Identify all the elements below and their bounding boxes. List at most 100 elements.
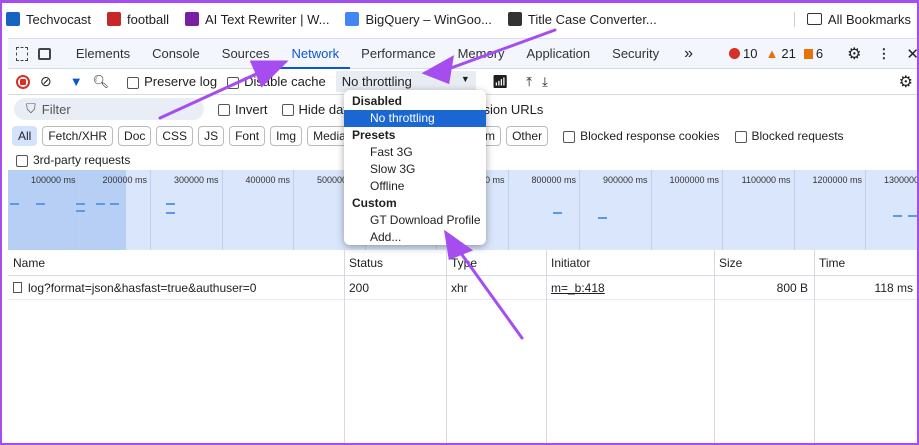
tick-label: 1200000 ms [812, 175, 862, 185]
timeline-tick: 100000 ms [8, 170, 80, 250]
bookmark-favicon-icon [6, 12, 20, 26]
dropdown-option[interactable]: No throttling [344, 110, 486, 127]
search-icon[interactable]: 🔍︎ [93, 74, 110, 90]
tick-label: 800000 ms [531, 175, 576, 185]
tab-network[interactable]: Network [280, 39, 351, 69]
import-har-icon[interactable]: ⤒ [526, 74, 532, 90]
label: Blocked requests [751, 129, 844, 143]
tab-application[interactable]: Application [516, 39, 602, 69]
dropdown-option[interactable]: GT Download Profile [344, 212, 486, 229]
timeline-tick: 1300000 ms [866, 170, 919, 250]
file-icon [13, 282, 22, 293]
bookmark-item[interactable]: football [107, 12, 169, 27]
blocked-cookies-checkbox[interactable]: Blocked response cookies [563, 129, 720, 143]
filter-chip-doc[interactable]: Doc [118, 126, 152, 146]
filter-icon[interactable]: ▼ [70, 74, 83, 89]
filter-chip-all[interactable]: All [12, 126, 38, 146]
bookmark-item[interactable]: Techvocast [6, 12, 91, 27]
inspect-icon[interactable] [16, 46, 29, 61]
disable-cache-checkbox[interactable]: Disable cache [227, 74, 326, 89]
dropdown-option[interactable]: Slow 3G [344, 161, 486, 178]
network-settings-icon[interactable]: ⚙ [899, 72, 913, 92]
bookmark-label: Title Case Converter... [527, 11, 657, 27]
error-icon [729, 48, 741, 59]
tab-performance[interactable]: Performance [350, 39, 446, 69]
throttling-select[interactable]: No throttling ▼ [335, 71, 476, 92]
tab-console[interactable]: Console [141, 39, 211, 69]
filter-chip-img[interactable]: Img [270, 126, 303, 146]
column-header-status[interactable]: Status [344, 250, 383, 275]
tick-label: 900000 ms [602, 175, 648, 185]
timeline-bar [553, 212, 562, 214]
timeline-bar [598, 217, 607, 219]
column-divider [546, 250, 547, 445]
clear-icon[interactable]: ⊘ [40, 73, 52, 90]
info-count[interactable]: 6 [803, 46, 823, 61]
settings-icon[interactable]: ⚙ [847, 44, 861, 64]
filter-chip-fetch-xhr[interactable]: Fetch/XHR [42, 126, 114, 146]
tab-security[interactable]: Security [601, 39, 670, 69]
cell-status: 200 [344, 276, 446, 299]
filter-chip-other[interactable]: Other [506, 126, 549, 146]
blocked-requests-checkbox[interactable]: Blocked requests [734, 129, 844, 143]
all-bookmarks[interactable]: All Bookmarks [793, 11, 911, 27]
timeline-bar [166, 203, 175, 205]
column-header-initiator[interactable]: Initiator [546, 250, 590, 275]
issue-icon [803, 48, 813, 59]
timeline-tick: 1000000 ms [652, 170, 723, 250]
tab-memory[interactable]: Memory [447, 39, 516, 69]
preserve-log-checkbox[interactable]: Preserve log [127, 74, 217, 89]
bookmark-item[interactable]: BigQuery – WinGoo... [345, 12, 492, 27]
dropdown-option[interactable]: Fast 3G [344, 144, 486, 161]
column-header-name[interactable]: Name [8, 250, 45, 275]
bookmark-favicon-icon [107, 12, 122, 26]
device-toolbar-icon[interactable] [38, 47, 51, 60]
cell-name: log?format=json&hasfast=true&authuser=0 [8, 276, 344, 299]
bookmark-favicon-icon [507, 12, 522, 26]
more-tabs-button[interactable]: » [684, 45, 693, 63]
timeline-tick: 400000 ms [223, 170, 294, 250]
checkbox[interactable] [563, 130, 576, 143]
bookmark-item[interactable]: Title Case Converter... [507, 11, 657, 27]
filter-input[interactable]: ⛉ Filter [14, 98, 204, 120]
more-options-icon[interactable]: ⋮ [877, 46, 890, 62]
timeline-tick: 200000 ms [80, 170, 151, 250]
filter-chip-js[interactable]: JS [198, 126, 225, 146]
bookmark-item[interactable]: AI Text Rewriter | W... [184, 12, 329, 27]
tick-label: 200000 ms [102, 175, 147, 185]
tab-elements[interactable]: Elements [65, 39, 141, 69]
devtools-tabs: Elements Console Sources Network Performance… [8, 39, 919, 69]
cell-initiator[interactable]: m=_b:418 [546, 276, 714, 299]
column-header-size[interactable]: Size [714, 250, 742, 275]
timeline-bar [893, 215, 902, 217]
column-header-time[interactable]: Time [814, 250, 845, 275]
checkbox[interactable] [734, 130, 747, 143]
error-count[interactable]: 10 [729, 46, 758, 61]
cell-text: xhr [451, 280, 468, 295]
export-har-icon[interactable]: ⤓ [542, 74, 548, 90]
close-icon[interactable]: ✕ [906, 45, 919, 63]
warning-count[interactable]: ▲ 21 [766, 46, 796, 61]
invert-checkbox[interactable]: Invert [218, 102, 268, 117]
label: Blocked response cookies [580, 129, 720, 143]
timeline-bar [166, 212, 175, 214]
filter-chip-font[interactable]: Font [229, 126, 266, 146]
cell-text: log?format=json&hasfast=true&authuser=0 [28, 280, 257, 295]
table-row[interactable]: log?format=json&hasfast=true&authuser=0 2… [8, 276, 919, 300]
bookmark-label: football [127, 11, 169, 27]
dropdown-option[interactable]: Offline [344, 178, 486, 195]
filter-chip-css[interactable]: CSS [156, 126, 194, 146]
third-party-checkbox[interactable]: 3rd-party requests [16, 153, 130, 167]
tick-label: 300000 ms [173, 175, 219, 185]
dropdown-option[interactable]: Add... [344, 229, 486, 246]
timeline-tick: 1100000 ms [723, 170, 795, 250]
record-icon[interactable] [16, 74, 30, 89]
tab-sources[interactable]: Sources [211, 39, 281, 69]
network-conditions-icon[interactable]: 📶︎ [492, 74, 509, 90]
column-header-type[interactable]: Type [446, 250, 477, 275]
dropdown-group-header: Disabled [352, 94, 403, 108]
tick-label: 1300000 ms [883, 175, 919, 185]
timeline-tick: 800000 ms [509, 170, 580, 250]
timeline-bar [110, 203, 119, 205]
bookmark-label: Techvocast [26, 11, 92, 27]
